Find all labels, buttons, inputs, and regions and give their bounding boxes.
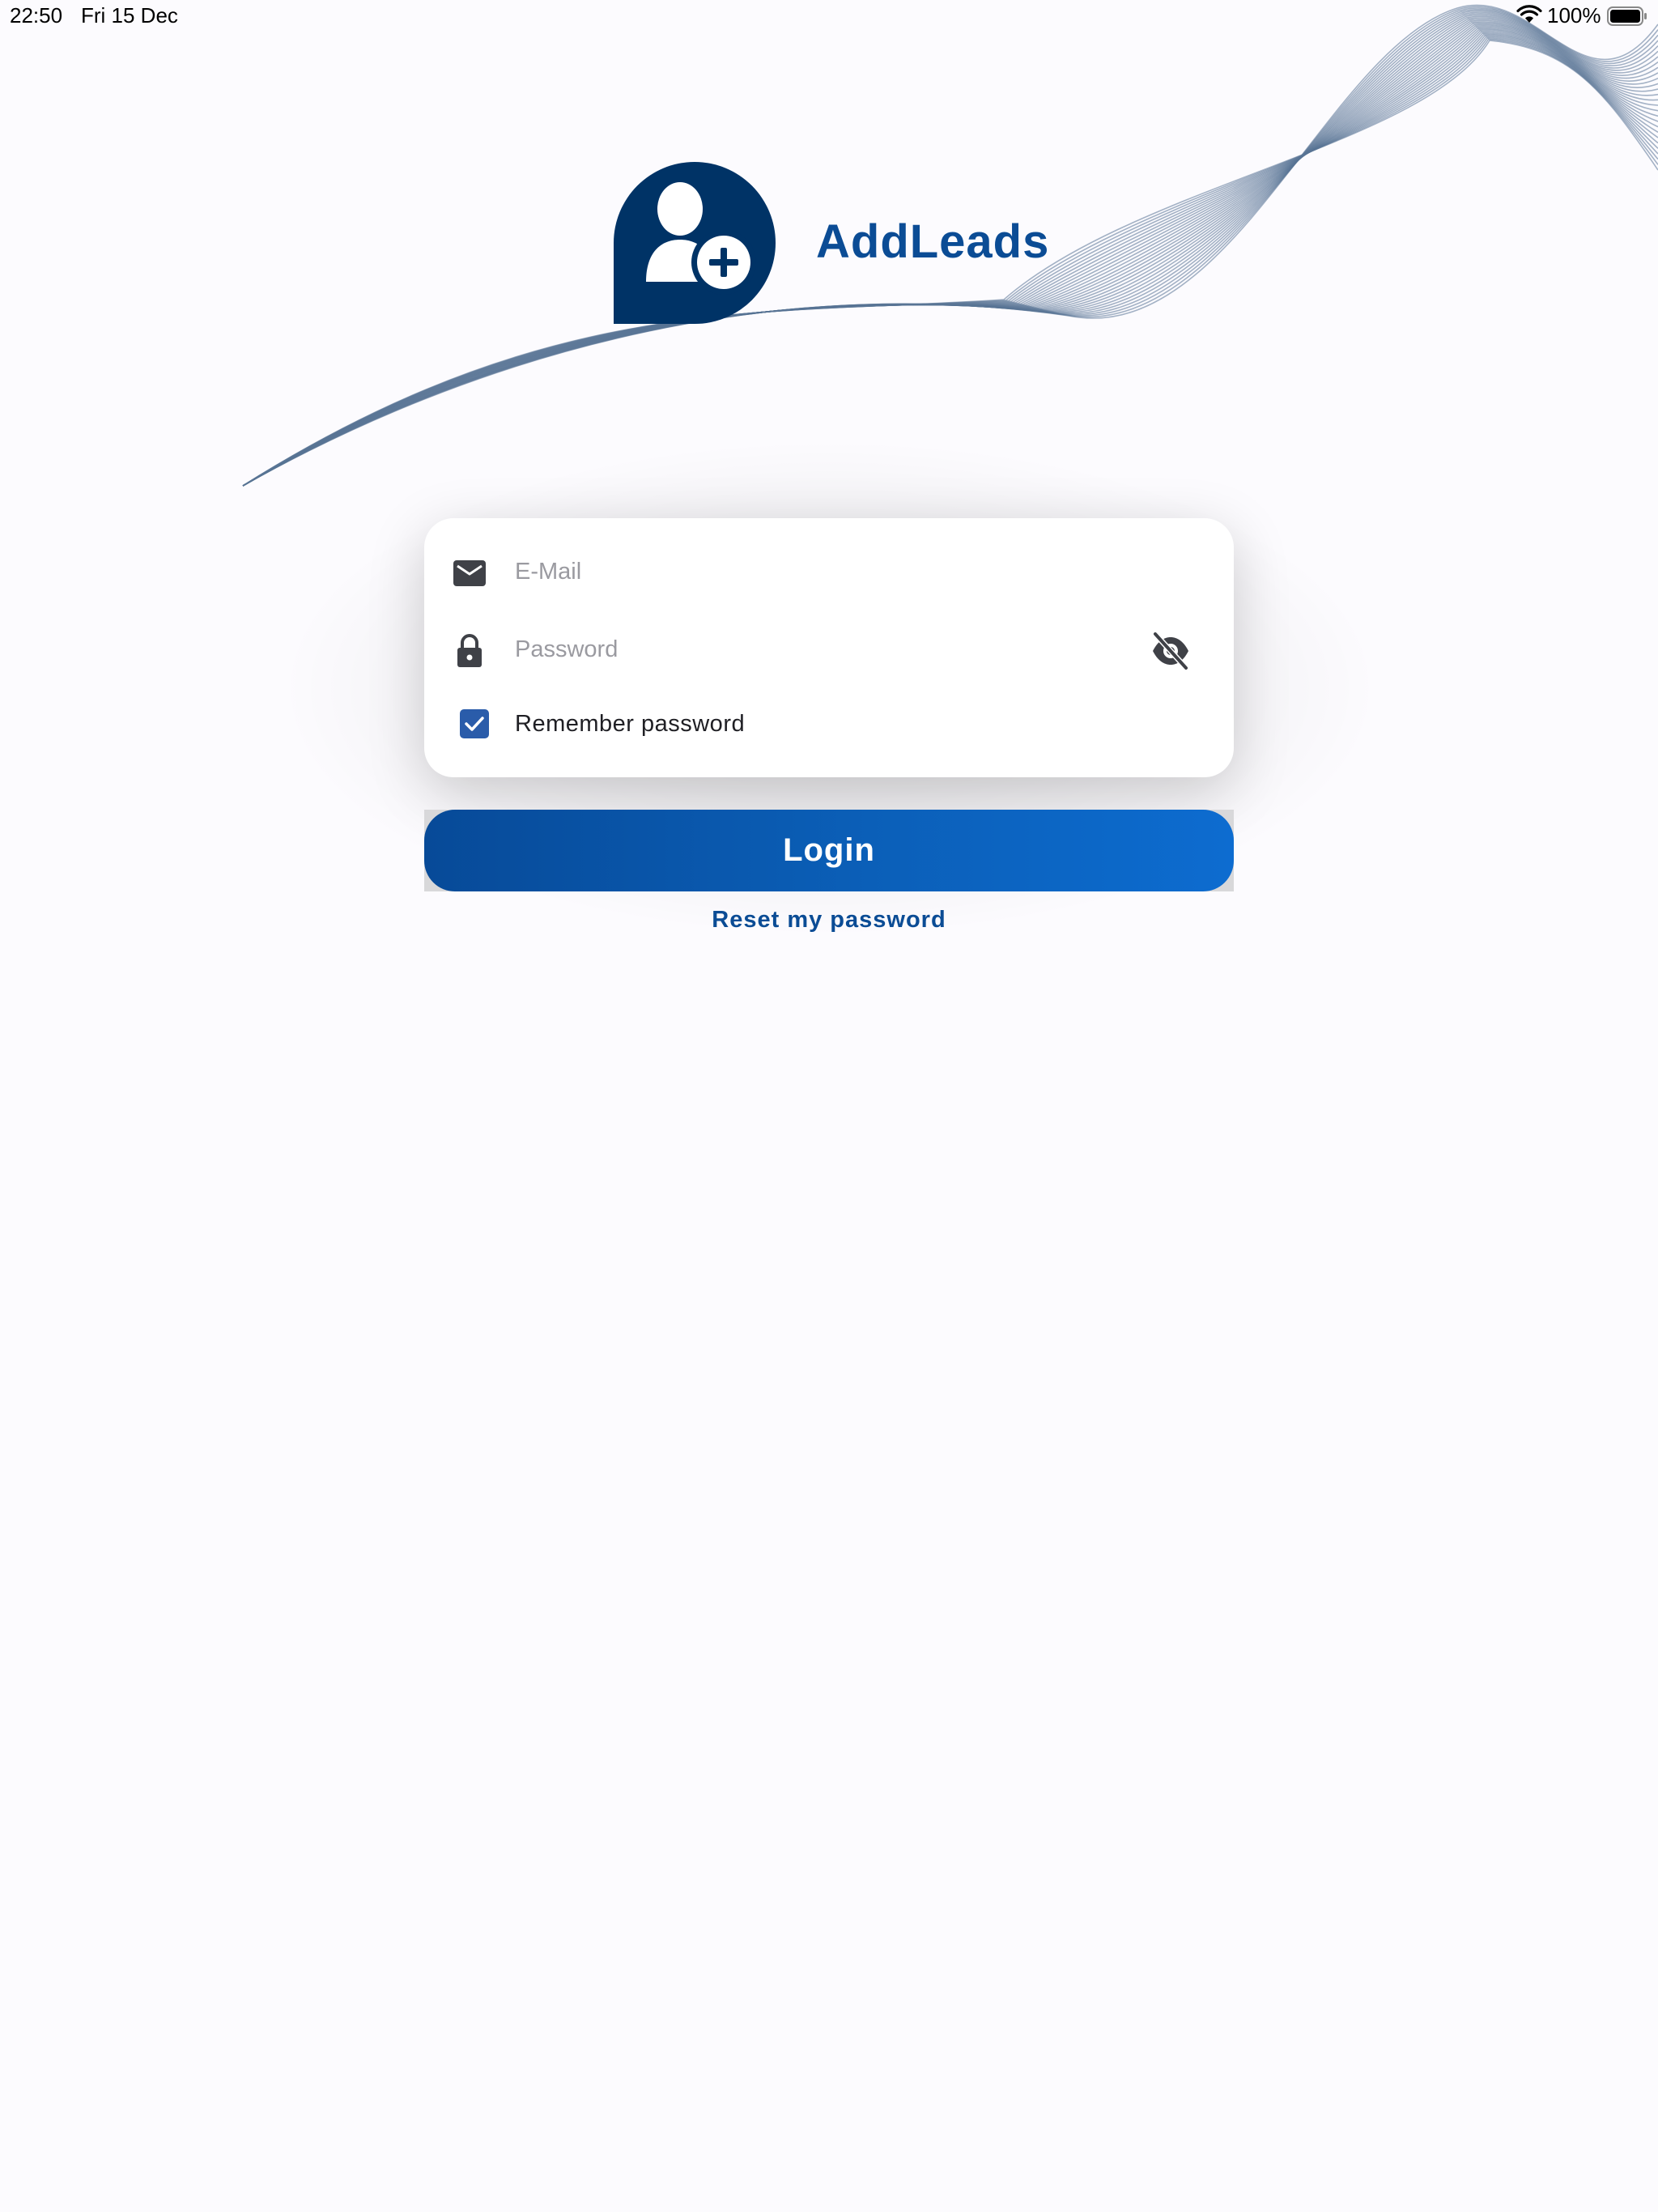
wifi-icon	[1516, 5, 1542, 23]
status-bar: 22:50 Fri 15 Dec 100%	[0, 0, 1658, 32]
add-user-icon	[614, 162, 776, 324]
app-name: AddLeads	[816, 215, 1050, 268]
eye-slash-icon[interactable]	[1150, 630, 1192, 672]
password-input[interactable]	[515, 628, 1130, 670]
status-time: 22:50	[10, 3, 63, 28]
status-date: Fri 15 Dec	[81, 3, 178, 28]
lock-icon	[457, 634, 482, 667]
battery-percentage: 100%	[1547, 3, 1601, 28]
email-input[interactable]	[515, 551, 1130, 593]
remember-row: Remember password	[424, 693, 1234, 758]
checkmark-icon	[465, 717, 484, 731]
envelope-icon	[453, 560, 486, 586]
reset-password-link[interactable]: Reset my password	[667, 907, 991, 934]
email-row	[424, 539, 1234, 604]
login-button[interactable]: Login	[424, 810, 1234, 891]
remember-password-checkbox[interactable]	[460, 709, 489, 738]
battery-icon	[1607, 6, 1647, 26]
login-card: Remember password	[424, 518, 1234, 777]
password-row	[424, 617, 1234, 682]
remember-password-label: Remember password	[515, 711, 746, 737]
